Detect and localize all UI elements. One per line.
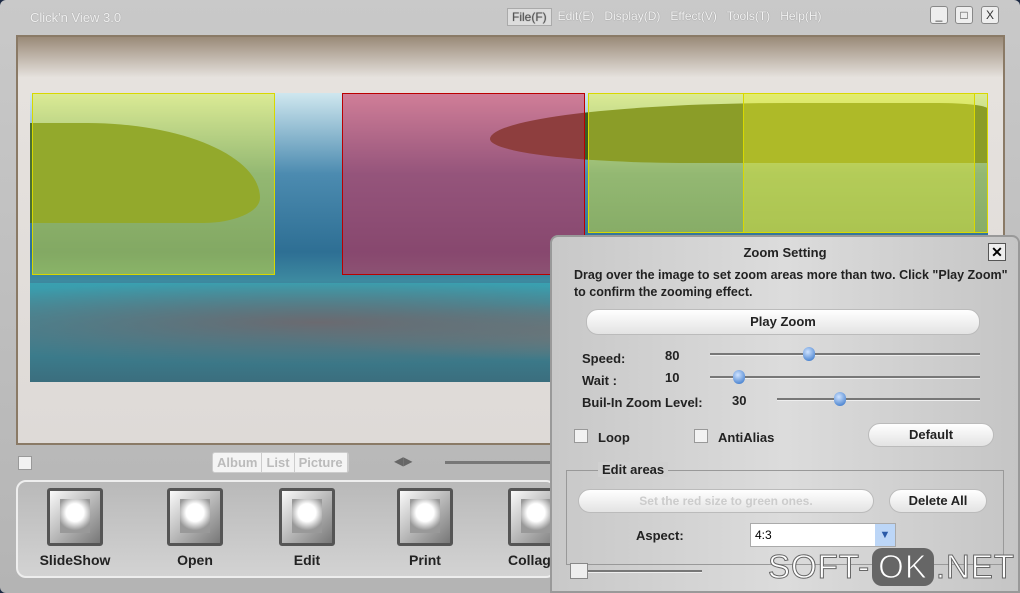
menu-bar: File(F) Edit(E) Display(D) Effect(V) Too… (507, 8, 826, 26)
open-button[interactable]: Open (150, 488, 240, 568)
wait-slider[interactable] (710, 370, 980, 384)
tab-picture[interactable]: Picture (295, 453, 348, 472)
aspect-select[interactable]: 4:3 ▼ (750, 523, 896, 547)
zoom-level-label: Buil-In Zoom Level: (582, 395, 703, 410)
aspect-label: Aspect: (636, 528, 684, 543)
antialias-label: AntiAlias (718, 430, 775, 445)
tab-list[interactable]: List (262, 453, 295, 472)
wait-slider-thumb[interactable] (733, 370, 746, 384)
speed-value: 80 (665, 348, 680, 363)
antialias-checkbox[interactable] (694, 429, 708, 443)
tool-label: SlideShow (39, 552, 111, 568)
menu-effect[interactable]: Effect(V) (666, 8, 720, 26)
tool-label: Edit (293, 552, 321, 568)
menu-file[interactable]: File(F) (507, 8, 552, 26)
print-icon (397, 488, 453, 546)
dialog-title: Zoom Setting (743, 245, 827, 260)
view-tabs: Album List Picture (212, 452, 349, 473)
chevron-down-icon[interactable]: ▼ (875, 524, 895, 546)
zoom-area[interactable] (743, 93, 975, 233)
default-button[interactable]: Default (868, 423, 994, 447)
slideshow-icon (47, 488, 103, 546)
loop-label: Loop (598, 430, 630, 445)
zoom-area-selected[interactable] (342, 93, 585, 275)
watermark-ok: OK (872, 548, 934, 586)
minimize-button[interactable]: _ (930, 6, 948, 24)
speed-slider-thumb[interactable] (802, 347, 815, 361)
dialog-bottom-slider[interactable] (570, 563, 702, 579)
zoom-setting-dialog: Zoom Setting ✕ Drag over the image to se… (550, 235, 1020, 593)
wait-label: Wait : (582, 373, 617, 388)
edit-areas-legend: Edit areas (598, 462, 669, 477)
collage-button[interactable]: Collag (496, 488, 556, 568)
maximize-button[interactable]: □ (955, 6, 973, 24)
menu-display[interactable]: Display(D) (600, 8, 664, 26)
play-zoom-button[interactable]: Play Zoom (586, 309, 980, 335)
select-checkbox[interactable] (18, 456, 32, 470)
menu-edit[interactable]: Edit(E) (554, 8, 599, 26)
tab-album[interactable]: Album (213, 453, 263, 472)
open-icon (167, 488, 223, 546)
dialog-close-icon[interactable]: ✕ (988, 243, 1006, 261)
loop-checkbox[interactable] (574, 429, 588, 443)
edit-button[interactable]: Edit (262, 488, 352, 568)
slideshow-button[interactable]: SlideShow (30, 488, 120, 568)
collage-icon (508, 488, 556, 546)
dialog-description: Drag over the image to set zoom areas mo… (574, 268, 1008, 299)
zoom-level-slider-thumb[interactable] (834, 392, 847, 406)
zoom-level-slider[interactable] (777, 392, 980, 406)
set-red-size-button[interactable]: Set the red size to green ones. (578, 489, 874, 513)
edit-icon (279, 488, 335, 546)
delete-all-button[interactable]: Delete All (889, 489, 987, 513)
speed-slider[interactable] (710, 347, 980, 361)
aspect-value: 4:3 (755, 528, 772, 542)
tool-label: Open (177, 552, 213, 568)
tool-label: Collag (508, 552, 551, 568)
menu-tools[interactable]: Tools(T) (723, 8, 774, 26)
app-window: Click'n View 3.0 File(F) Edit(E) Display… (0, 0, 1020, 593)
slider-handle[interactable] (570, 563, 588, 579)
wait-value: 10 (665, 370, 680, 385)
print-button[interactable]: Print (380, 488, 470, 568)
menu-help[interactable]: Help(H) (776, 8, 825, 26)
tool-label: Print (409, 552, 441, 568)
watermark: SOFT- OK .NET (767, 548, 1016, 586)
toolbar: SlideShow Open Edit Print Collag (16, 480, 556, 578)
speed-label: Speed: (582, 351, 626, 366)
zoom-area[interactable] (32, 93, 275, 275)
nav-arrows-icon[interactable]: ◀▶ (394, 454, 412, 468)
window-title: Click'n View 3.0 (30, 10, 122, 25)
zoom-level-value: 30 (732, 393, 747, 408)
watermark-text: .NET (935, 548, 1016, 586)
seek-slider[interactable] (445, 461, 555, 464)
watermark-text: SOFT- (767, 548, 871, 586)
close-button[interactable]: X (981, 6, 999, 24)
